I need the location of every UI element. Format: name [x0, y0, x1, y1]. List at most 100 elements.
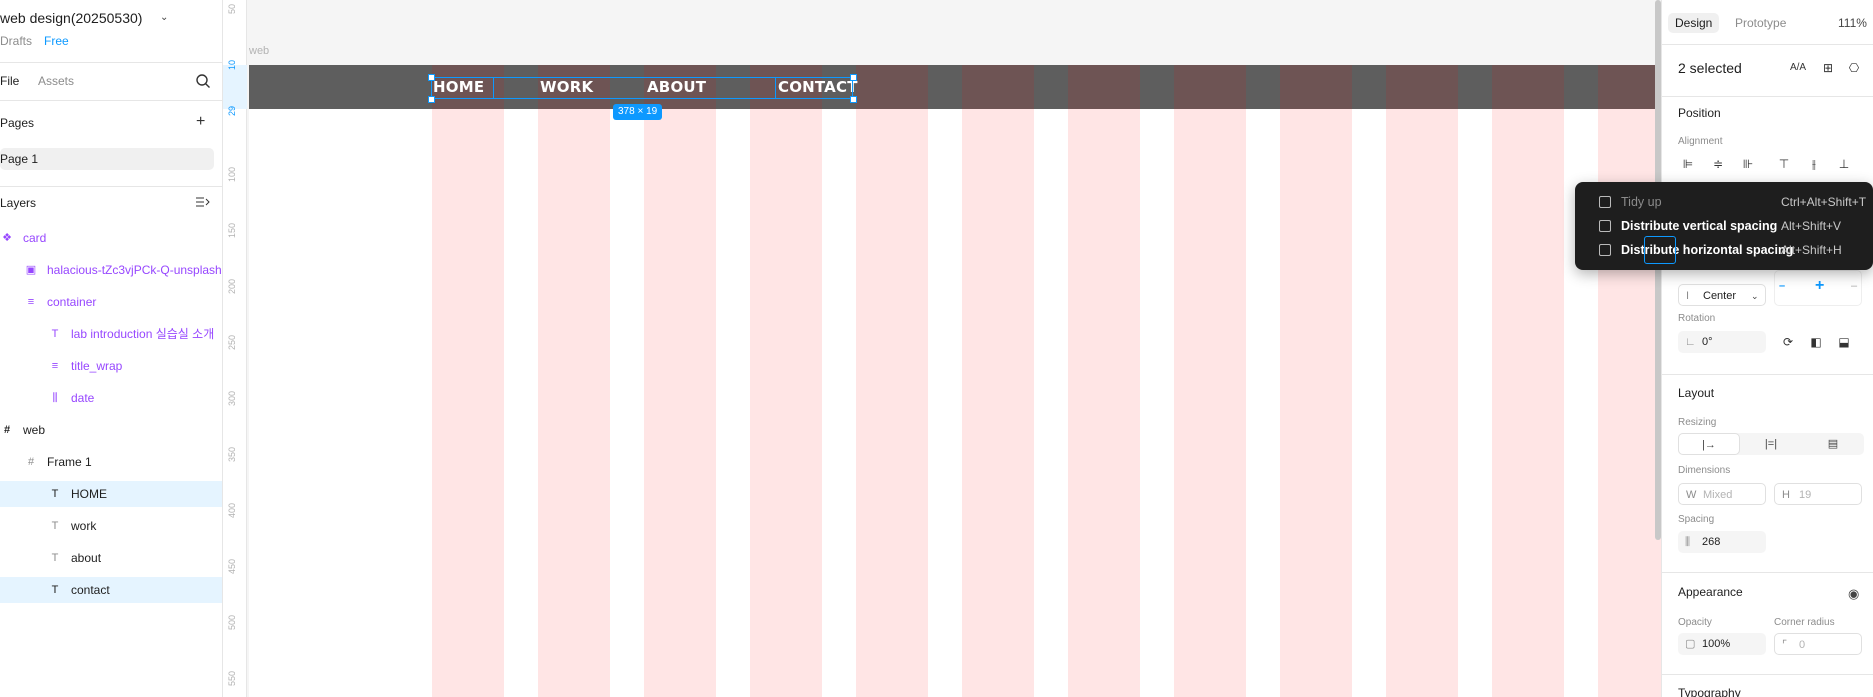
flip-horizontal-icon[interactable]: ◧	[1806, 332, 1826, 352]
divider	[0, 100, 222, 101]
tab-file[interactable]: File	[0, 74, 19, 88]
grid-icon[interactable]: ⊞	[1818, 58, 1838, 78]
layer-row[interactable]: ⫼ date	[0, 385, 222, 411]
tab-prototype[interactable]: Prototype	[1735, 16, 1786, 30]
vertical-align-select[interactable]: I Center ⌄	[1678, 284, 1766, 306]
search-icon[interactable]	[195, 73, 211, 89]
layer-label: halacious-tZc3vjPCk-Q-unsplash	[47, 263, 222, 277]
ruler-tick: 29	[227, 105, 237, 116]
layer-row[interactable]: ≡ title_wrap	[0, 353, 222, 379]
frame-label[interactable]: web	[249, 45, 269, 57]
layer-row[interactable]: T work	[0, 513, 222, 539]
layers-title: Layers	[0, 196, 37, 210]
hug-width-icon[interactable]: |=|	[1740, 433, 1802, 455]
layer-row[interactable]: T lab introduction 실습실 소개	[0, 321, 222, 347]
ruler-tick: 200	[227, 278, 237, 294]
ruler-tick: 450	[227, 558, 237, 574]
tidy-up-icon	[1599, 196, 1611, 208]
divider	[1662, 96, 1873, 97]
component-icon[interactable]: ⎔	[1844, 58, 1864, 78]
project-title[interactable]: web design(20250530)	[0, 10, 142, 26]
plus-icon: +	[1815, 277, 1825, 294]
divider	[1662, 674, 1873, 675]
text-icon: T	[51, 520, 59, 532]
appearance-title: Appearance	[1678, 585, 1743, 599]
text-style-icon[interactable]: A/A	[1788, 58, 1808, 78]
right-panel: Design Prototype 111% 2 selected A/A ⊞ ⎔…	[1661, 0, 1873, 697]
layer-row[interactable]: T about	[0, 545, 222, 571]
flip-vertical-icon[interactable]: ⬓	[1834, 332, 1854, 352]
opacity-input[interactable]: ▢ 100%	[1678, 633, 1766, 655]
typography-title: Typography	[1678, 686, 1741, 697]
ruler-tick: 10	[227, 59, 237, 70]
menu-item-shortcut: Ctrl+Alt+Shift+T	[1781, 195, 1867, 209]
text-icon: T	[51, 488, 59, 500]
input-value: 268	[1702, 536, 1721, 548]
constraint-widget[interactable]: – + –	[1774, 270, 1862, 306]
layer-row[interactable]: ❖ card	[0, 225, 222, 251]
resize-handle[interactable]	[428, 96, 435, 103]
selection-count: 2 selected	[1678, 60, 1742, 76]
input-value: 19	[1799, 489, 1812, 501]
web-frame[interactable]: HOME WORK ABOUT CONTACT 378 × 19	[249, 65, 1661, 697]
zoom-level[interactable]: 111%	[1838, 16, 1867, 30]
menu-item-label: Tidy up	[1621, 195, 1662, 209]
ruler-tick: 100	[227, 166, 237, 182]
text-cursor-icon: I	[1686, 290, 1690, 302]
corner-radius-input[interactable]: ⌜ 0	[1774, 633, 1862, 655]
corner-radius-icon: ⌜	[1782, 639, 1788, 651]
width-label: W	[1686, 489, 1697, 501]
ruler-tick: 400	[227, 502, 237, 518]
collapse-layers-icon[interactable]	[196, 196, 210, 208]
resize-handle[interactable]	[428, 74, 435, 81]
resize-handle[interactable]	[850, 96, 857, 103]
layer-row[interactable]: T contact	[0, 577, 222, 603]
rotation-label: Rotation	[1678, 313, 1716, 324]
resizing-segmented[interactable]: |→ |=| ▤	[1678, 433, 1864, 455]
vertical-ruler: 50 10 29 100 150 200 250 300 350 400 450…	[223, 0, 247, 697]
left-panel: web design(20250530) ⌄ Drafts Free File …	[0, 0, 223, 697]
menu-item-distribute-vertical[interactable]: Distribute vertical spacing Alt+Shift+V	[1575, 214, 1873, 238]
distribute-horizontal-icon	[1599, 244, 1611, 256]
layout-grid-column	[750, 65, 822, 697]
dimension-badge: 378 × 19	[613, 104, 663, 120]
align-bottom-icon[interactable]: ⊥	[1834, 154, 1854, 174]
select-value: Center	[1703, 290, 1737, 302]
align-v-center-icon[interactable]: ⫲	[1804, 154, 1824, 174]
layout-grid-column	[1280, 65, 1352, 697]
resize-handle[interactable]	[850, 74, 857, 81]
layer-row[interactable]: T HOME	[0, 481, 222, 507]
selection-item	[431, 77, 494, 99]
align-top-icon[interactable]: ⊤	[1774, 154, 1794, 174]
chevron-down-icon[interactable]: ⌄	[160, 12, 168, 23]
minus-icon: –	[1779, 280, 1786, 292]
canvas[interactable]: 50 10 29 100 150 200 250 300 350 400 450…	[223, 0, 1661, 697]
page-item[interactable]: Page 1	[0, 148, 214, 170]
rotation-input[interactable]: ∟ 0°	[1678, 331, 1766, 353]
rotate-icon[interactable]: ⟳	[1778, 332, 1798, 352]
width-input[interactable]: W Mixed	[1678, 483, 1766, 505]
layer-row[interactable]: ▣ halacious-tZc3vjPCk-Q-unsplash	[0, 257, 222, 283]
menu-item-tidy-up[interactable]: Tidy up Ctrl+Alt+Shift+T	[1575, 190, 1873, 214]
angle-icon: ∟	[1685, 336, 1696, 348]
fill-width-icon[interactable]: ▤	[1802, 433, 1864, 455]
align-right-icon[interactable]: ⊪	[1738, 154, 1758, 174]
layer-label: contact	[71, 583, 110, 597]
tab-design[interactable]: Design	[1668, 13, 1720, 33]
add-page-icon[interactable]: +	[196, 114, 205, 130]
layer-label: card	[23, 231, 47, 245]
align-h-center-icon[interactable]: ≑	[1708, 154, 1728, 174]
height-input[interactable]: H 19	[1774, 483, 1862, 505]
eye-icon[interactable]: ◉	[1848, 586, 1859, 602]
menu-item-distribute-horizontal[interactable]: Distribute horizontal spacing Alt+Shift+…	[1575, 238, 1873, 262]
layer-row[interactable]: # web	[0, 417, 222, 443]
layout-grid-column	[432, 65, 504, 697]
tab-assets[interactable]: Assets	[38, 74, 74, 88]
align-left-icon[interactable]: ⊫	[1678, 154, 1698, 174]
spacing-input[interactable]: ⫼ 268	[1678, 531, 1766, 553]
layer-label: lab introduction 실습실 소개	[71, 327, 215, 341]
layer-row[interactable]: # Frame 1	[0, 449, 222, 475]
fixed-width-icon[interactable]: |→	[1678, 433, 1740, 455]
project-location[interactable]: Drafts	[0, 34, 32, 48]
layer-row[interactable]: ≡ container	[0, 289, 222, 315]
